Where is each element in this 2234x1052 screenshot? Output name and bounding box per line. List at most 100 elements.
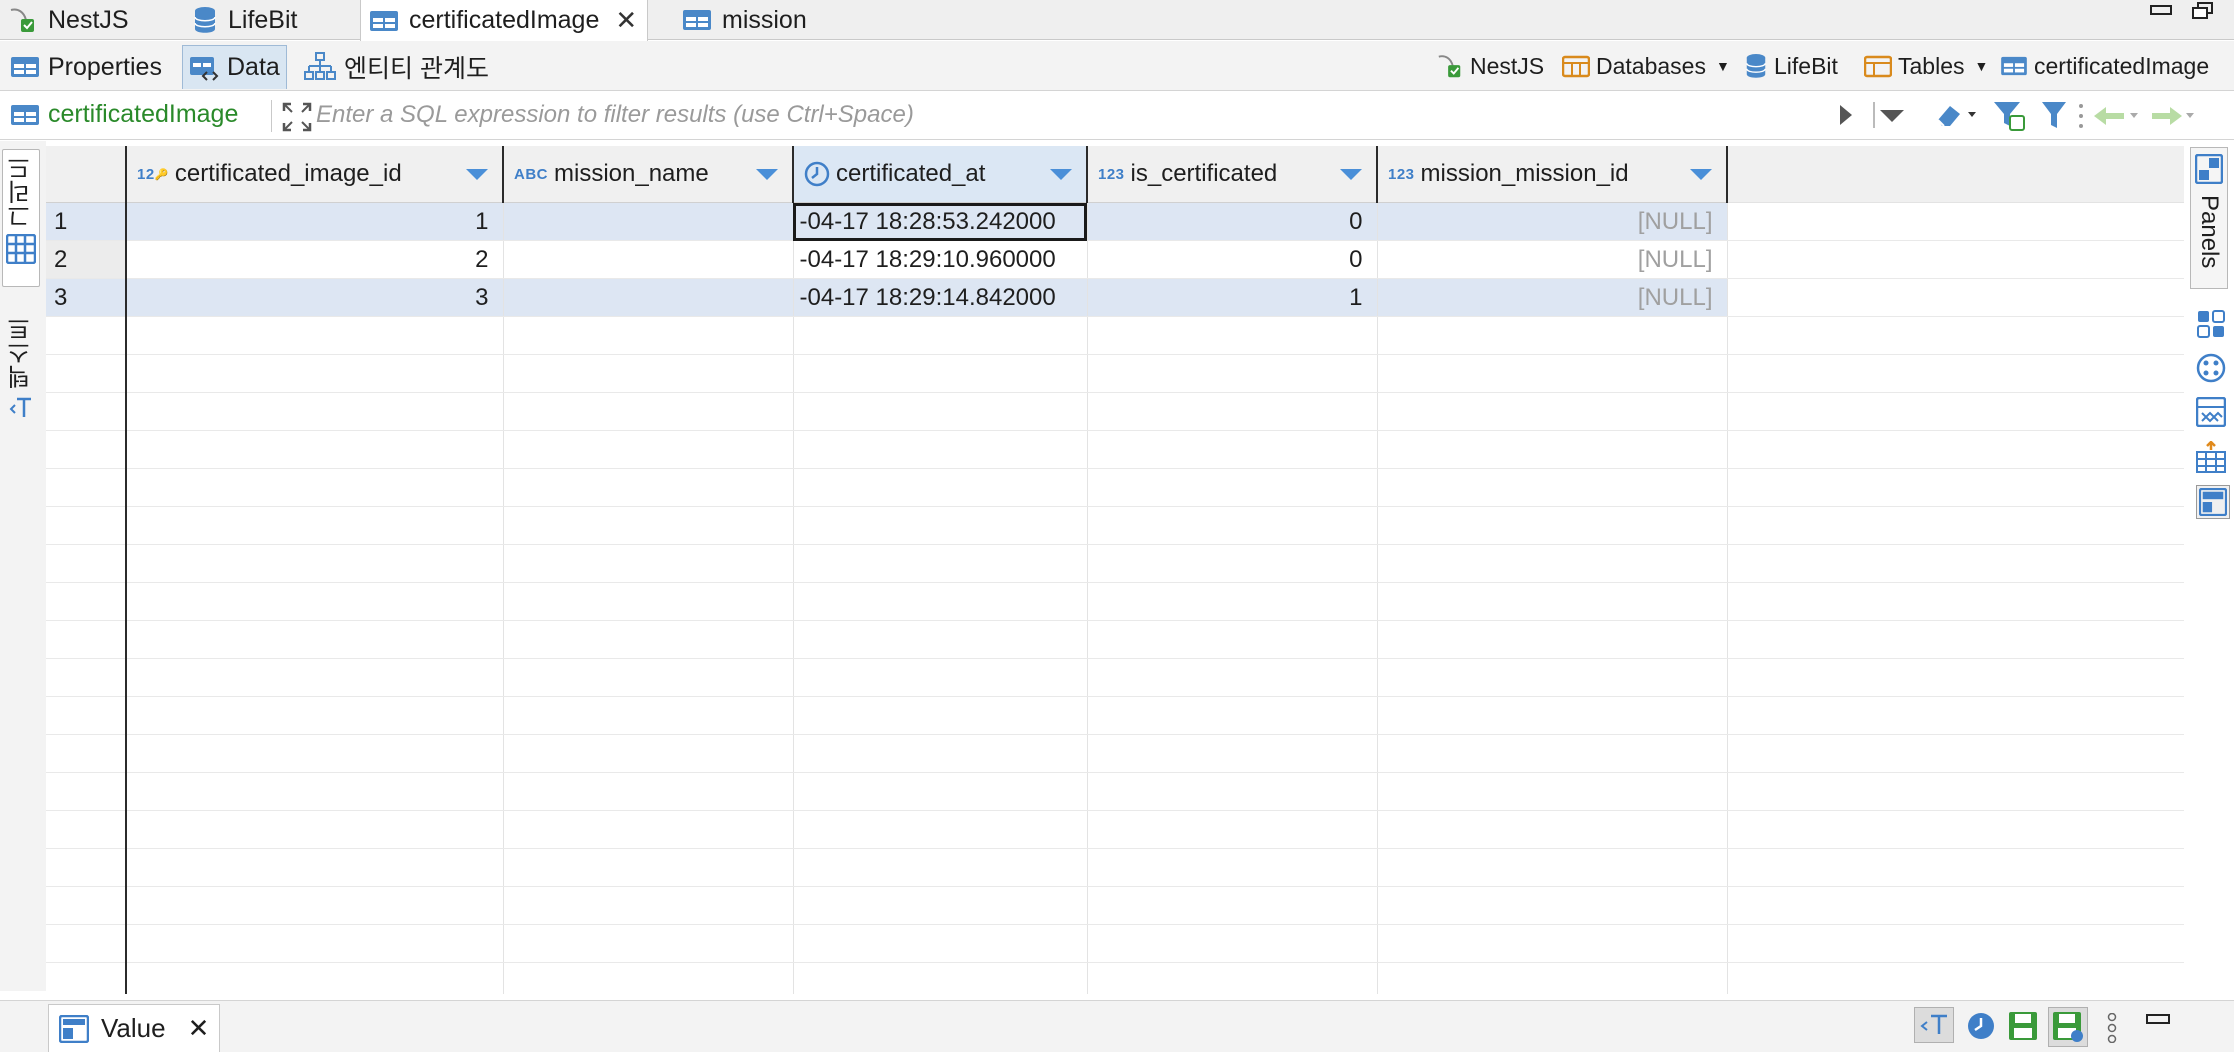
- table-row[interactable]: 2 2 -04-17 18:29:10.960000 0 [NULL]: [46, 240, 2184, 279]
- column-header-mission-mission-id[interactable]: 123 mission_mission_id: [1377, 146, 1728, 203]
- cell-mission-mission-id[interactable]: [NULL]: [1377, 202, 1728, 241]
- more-options-icon[interactable]: [2106, 1013, 2118, 1043]
- eraser-icon[interactable]: [1934, 100, 1978, 130]
- subtab-label: Data: [227, 53, 280, 81]
- row-number[interactable]: 1: [46, 202, 127, 241]
- subtab-er-diagram[interactable]: 엔티티 관계도: [298, 45, 495, 89]
- cell-certificated-at[interactable]: -04-17 18:29:10.960000: [793, 240, 1088, 279]
- text-format-icon[interactable]: [1914, 1007, 1954, 1043]
- minimize-icon[interactable]: [2146, 1013, 2170, 1027]
- tab-nestjs[interactable]: NestJS: [8, 0, 129, 40]
- cell-mission-mission-id[interactable]: [NULL]: [1377, 240, 1728, 279]
- empty-cell: [503, 582, 794, 621]
- column-header-certificated-image-id[interactable]: 12 🔑 certificated_image_id: [126, 146, 504, 203]
- empty-cell: [1377, 506, 1728, 545]
- forward-arrow-icon[interactable]: [2148, 104, 2198, 128]
- row-number[interactable]: 2: [46, 240, 127, 279]
- empty-cell: [503, 734, 794, 773]
- chevron-down-icon[interactable]: ▼: [1974, 58, 1988, 74]
- sort-filter-icon[interactable]: [1690, 169, 1712, 180]
- row-number-header[interactable]: [46, 146, 127, 203]
- folder-icon: [1562, 54, 1590, 78]
- empty-row: [46, 696, 2184, 735]
- cell-certificated-at[interactable]: -04-17 18:29:14.842000: [793, 278, 1088, 317]
- play-icon[interactable]: [1838, 104, 1854, 126]
- sort-filter-icon[interactable]: [756, 169, 778, 180]
- cell-certificated-image-id[interactable]: 2: [126, 240, 504, 279]
- value-panel-icon[interactable]: [2196, 309, 2226, 339]
- panels-tab[interactable]: Panels: [2190, 147, 2228, 289]
- empty-cell: [1377, 734, 1728, 773]
- clock-icon[interactable]: [1966, 1011, 1996, 1041]
- empty-cell: [1377, 316, 1728, 355]
- empty-row: [46, 506, 2184, 545]
- subtab-label: Properties: [48, 52, 162, 81]
- filter-settings-icon[interactable]: [1992, 100, 2026, 132]
- breadcrumb-tables[interactable]: Tables ▼: [1864, 49, 1988, 83]
- minimize-icon[interactable]: [2150, 2, 2172, 23]
- cell-certificated-at[interactable]: -04-17 18:28:53.242000: [793, 202, 1088, 241]
- close-icon[interactable]: ✕: [188, 1013, 210, 1044]
- table-row[interactable]: 1 1 -04-17 18:28:53.242000 0 [NULL]: [46, 202, 2184, 241]
- empty-cell: [126, 620, 504, 659]
- filter-icon[interactable]: [2040, 100, 2068, 132]
- tab-certificatedimage[interactable]: certificatedImage ✕: [360, 0, 649, 41]
- cell-certificated-image-id[interactable]: 1: [126, 202, 504, 241]
- text-view-tab[interactable]: 텍스트: [2, 311, 40, 441]
- grouping-icon[interactable]: [2196, 397, 2226, 427]
- tab-label: mission: [722, 5, 807, 34]
- expand-icon[interactable]: [282, 102, 312, 132]
- cell-is-certificated[interactable]: 1: [1087, 278, 1378, 317]
- layout-icon[interactable]: [2196, 485, 2230, 519]
- sort-filter-icon[interactable]: [1050, 169, 1072, 180]
- table-icon: [369, 9, 399, 33]
- results-grid[interactable]: 12 🔑 certificated_image_id ABC mission_na…: [46, 146, 2184, 994]
- palette-icon[interactable]: [2196, 353, 2226, 383]
- empty-row-number: [46, 620, 127, 659]
- grid-view-tab[interactable]: 그리드: [2, 149, 40, 287]
- breadcrumb-databases[interactable]: Databases ▼: [1562, 49, 1730, 83]
- cell-mission-name[interactable]: [503, 278, 794, 317]
- cell-mission-mission-id[interactable]: [NULL]: [1377, 278, 1728, 317]
- empty-cell: [126, 658, 504, 697]
- empty-cell: [793, 886, 1088, 925]
- breadcrumb-label: NestJS: [1470, 52, 1545, 79]
- table-row[interactable]: 3 3 -04-17 18:29:14.842000 1 [NULL]: [46, 278, 2184, 317]
- cell-is-certificated[interactable]: 0: [1087, 202, 1378, 241]
- close-icon[interactable]: ✕: [615, 5, 637, 36]
- back-arrow-icon[interactable]: [2092, 104, 2142, 128]
- column-header-is-certificated[interactable]: 123 is_certificated: [1087, 146, 1378, 203]
- restore-icon[interactable]: [2192, 2, 2214, 25]
- value-panel-tab[interactable]: Value ✕: [48, 1004, 221, 1052]
- column-header-certificated-at[interactable]: certificated_at: [793, 146, 1088, 203]
- empty-cell: [126, 886, 504, 925]
- subtab-properties[interactable]: Properties: [4, 45, 168, 89]
- value-panel-icon: [59, 1014, 89, 1043]
- auto-save-icon[interactable]: [2048, 1007, 2088, 1047]
- empty-cell: [126, 734, 504, 773]
- empty-cell: [793, 354, 1088, 393]
- empty-cell: [1727, 392, 2184, 431]
- breadcrumb-lifebit[interactable]: LifeBit: [1744, 49, 1838, 83]
- filter-input[interactable]: [316, 97, 1816, 133]
- breadcrumb-nestjs[interactable]: NestJS: [1436, 49, 1544, 83]
- empty-cell: [1377, 658, 1728, 697]
- tab-mission[interactable]: mission: [682, 0, 807, 40]
- empty-cell: [503, 658, 794, 697]
- metadata-icon[interactable]: [2196, 441, 2226, 473]
- cell-mission-name[interactable]: [503, 202, 794, 241]
- subtab-data[interactable]: Data: [182, 45, 287, 89]
- cell-is-certificated[interactable]: 0: [1087, 240, 1378, 279]
- column-header-mission-name[interactable]: ABC mission_name: [503, 146, 794, 203]
- sort-filter-icon[interactable]: [466, 169, 488, 180]
- filter-history-dropdown[interactable]: [1872, 98, 1908, 132]
- save-icon[interactable]: [2008, 1011, 2038, 1041]
- chevron-down-icon[interactable]: ▼: [1716, 58, 1730, 74]
- breadcrumb-certificatedimage[interactable]: certificatedImage: [2000, 49, 2209, 83]
- tab-lifebit[interactable]: LifeBit: [192, 0, 297, 40]
- row-number[interactable]: 3: [46, 278, 127, 317]
- empty-cell: [1087, 734, 1378, 773]
- cell-certificated-image-id[interactable]: 3: [126, 278, 504, 317]
- cell-mission-name[interactable]: [503, 240, 794, 279]
- sort-filter-icon[interactable]: [1340, 169, 1362, 180]
